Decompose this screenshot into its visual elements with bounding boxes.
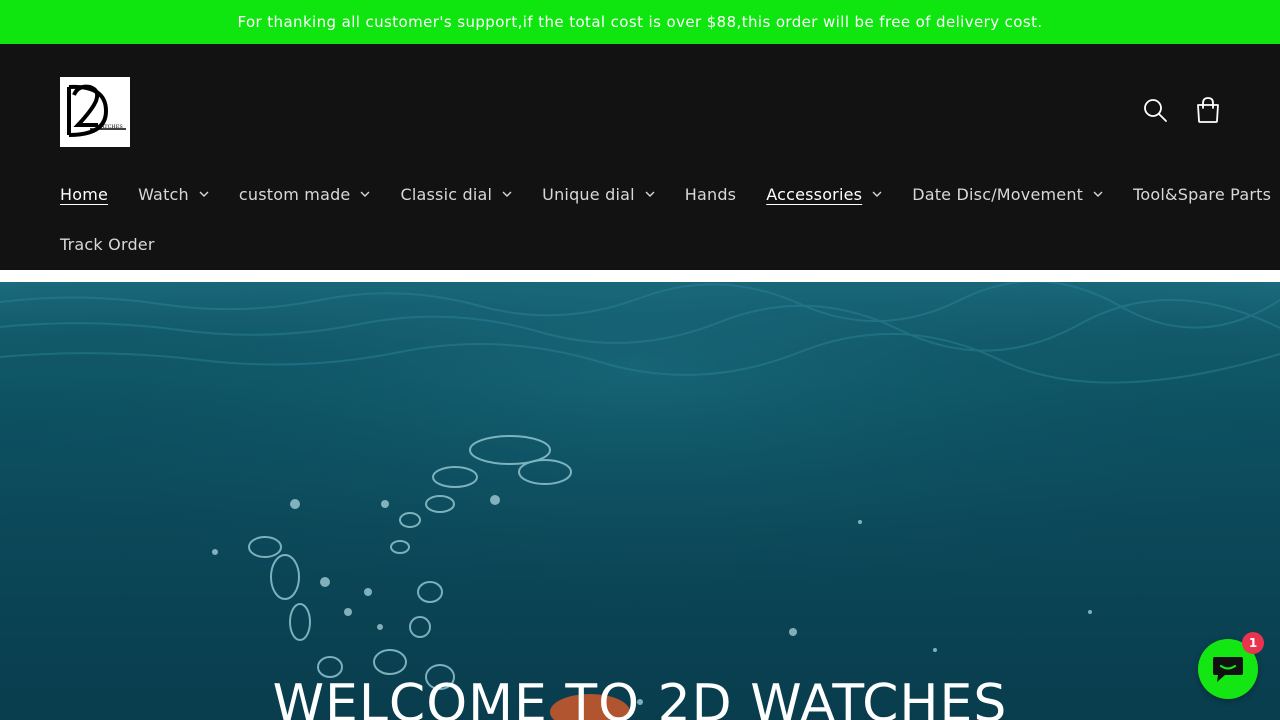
nav-item-watch[interactable]: Watch — [138, 185, 209, 204]
main-nav-second-row: Track Order — [60, 229, 185, 259]
site-header: WATCHES Home Watch custom made Classic d… — [0, 44, 1280, 270]
chevron-down-icon — [199, 191, 209, 197]
nav-item-label: Date Disc/Movement — [912, 184, 1084, 204]
announcement-bar: For thanking all customer's support,if t… — [0, 0, 1280, 44]
nav-item-home[interactable]: Home — [60, 185, 108, 204]
nav-item-date-disc-movement[interactable]: Date Disc/Movement — [912, 185, 1103, 204]
search-icon — [1144, 99, 1167, 122]
chevron-down-icon — [502, 191, 512, 197]
cart-button[interactable] — [1190, 92, 1226, 128]
hero-banner: WELCOME TO 2D WATCHES — [0, 282, 1280, 720]
nav-item-accessories[interactable]: Accessories — [766, 185, 882, 204]
chevron-down-icon — [645, 191, 655, 197]
chat-notification-badge: 1 — [1242, 632, 1264, 654]
2d-watches-logo-icon: WATCHES — [60, 77, 130, 147]
cart-icon — [1197, 97, 1219, 123]
nav-item-label: Tool&Spare Parts — [1133, 184, 1272, 204]
main-nav: Home Watch custom made Classic dial Uniq… — [60, 179, 1271, 209]
chat-icon — [1213, 657, 1243, 682]
nav-item-tool-spare-parts[interactable]: Tool&Spare Parts — [1133, 185, 1271, 204]
site-logo[interactable]: WATCHES — [60, 77, 130, 147]
chevron-down-icon — [872, 191, 882, 197]
hero-title: WELCOME TO 2D WATCHES — [272, 674, 1008, 720]
header-divider — [0, 270, 1280, 282]
nav-item-label: Unique dial — [542, 184, 635, 204]
svg-text:WATCHES: WATCHES — [96, 124, 123, 130]
nav-item-label: Classic dial — [400, 184, 493, 204]
nav-item-hands[interactable]: Hands — [685, 185, 736, 204]
nav-item-label: Accessories — [766, 184, 863, 204]
nav-item-label: Watch — [138, 184, 189, 204]
underwater-bubbles-image — [0, 282, 1280, 720]
nav-item-track-order[interactable]: Track Order — [60, 235, 155, 254]
nav-item-custom-made[interactable]: custom made — [239, 185, 371, 204]
chevron-down-icon — [360, 191, 370, 197]
chevron-down-icon — [1093, 191, 1103, 197]
announcement-text: For thanking all customer's support,if t… — [237, 13, 1043, 31]
nav-item-label: Home — [60, 184, 109, 204]
search-button[interactable] — [1137, 92, 1173, 128]
nav-item-label: Track Order — [60, 234, 155, 254]
nav-item-unique-dial[interactable]: Unique dial — [542, 185, 655, 204]
nav-item-classic-dial[interactable]: Classic dial — [400, 185, 512, 204]
nav-item-label: custom made — [238, 184, 351, 204]
nav-item-label: Hands — [684, 184, 737, 204]
